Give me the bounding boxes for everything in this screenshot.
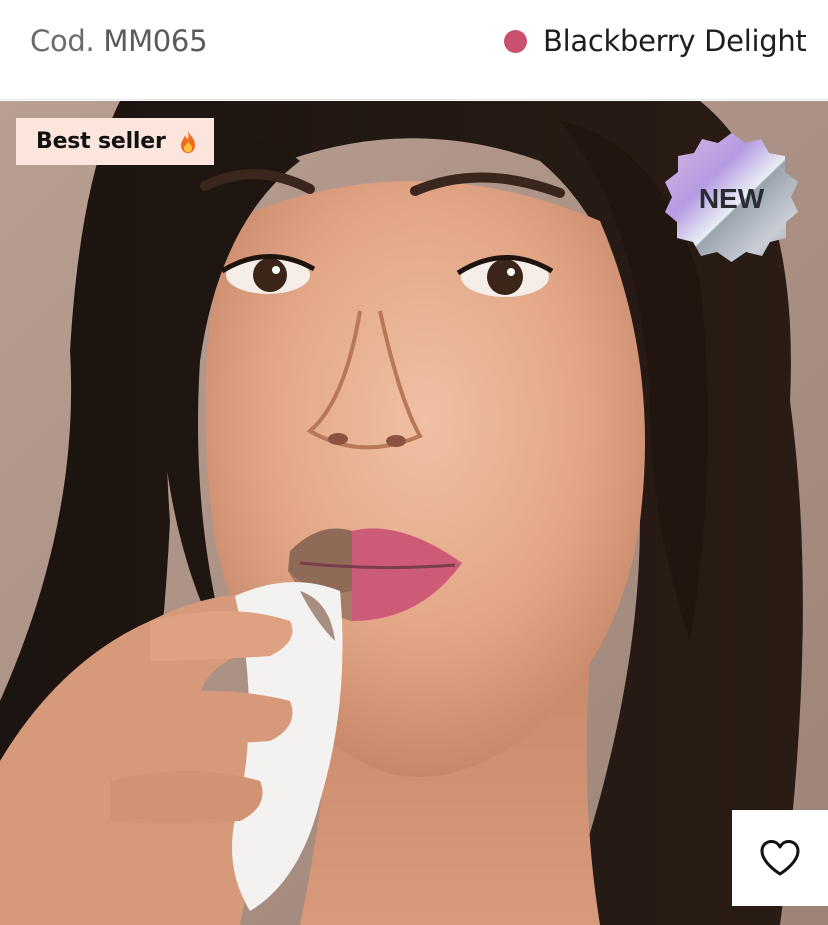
heart-icon xyxy=(760,840,800,876)
color-swatch xyxy=(504,30,527,53)
best-seller-badge: Best seller xyxy=(16,118,214,165)
best-seller-label: Best seller xyxy=(36,129,166,154)
product-header: Cod. MM065 Blackberry Delight xyxy=(0,0,828,100)
product-code-prefix: Cod. xyxy=(30,24,95,58)
wishlist-button[interactable] xyxy=(732,810,828,906)
new-badge-label: NEW xyxy=(699,183,765,214)
new-badge: NEW xyxy=(655,121,808,274)
product-code-value: MM065 xyxy=(103,24,208,58)
product-code: Cod. MM065 xyxy=(30,24,208,58)
color-name: Blackberry Delight xyxy=(543,24,807,58)
product-card: Cod. MM065 Blackberry Delight Best selle… xyxy=(0,0,828,925)
fire-icon xyxy=(178,130,198,154)
